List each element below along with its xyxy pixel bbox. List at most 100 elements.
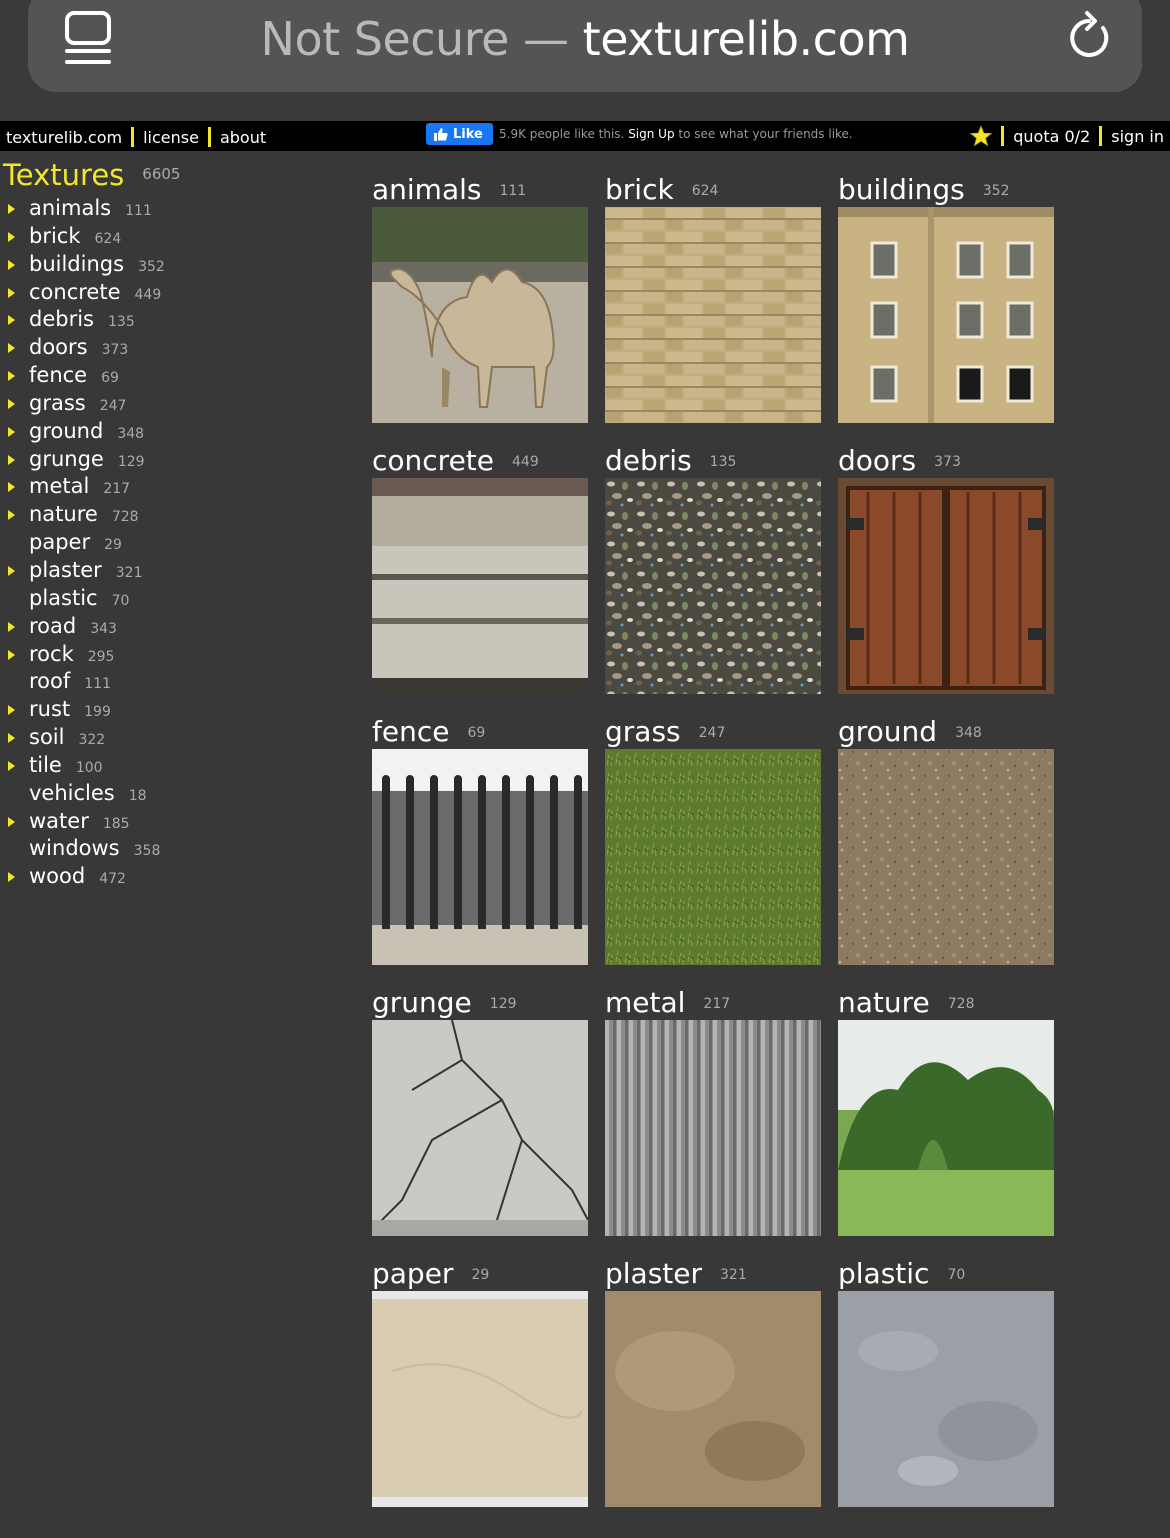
sidebar-item-brick[interactable]: brick 624 [0, 222, 165, 250]
tile-thumbnail[interactable] [372, 749, 588, 965]
sidebar-item-ground[interactable]: ground 348 [0, 417, 165, 445]
sidebar-item-concrete[interactable]: concrete 449 [0, 278, 165, 306]
expand-arrow-icon[interactable] [8, 816, 15, 827]
sidebar-item-rock[interactable]: rock 295 [0, 640, 165, 668]
tile-thumbnail[interactable] [838, 478, 1054, 694]
expand-arrow-icon[interactable] [8, 315, 15, 326]
expand-arrow-icon[interactable] [8, 649, 15, 660]
sidebar-item-water[interactable]: water 185 [0, 807, 165, 835]
expand-arrow-icon[interactable] [8, 454, 15, 465]
tile-thumbnail[interactable] [838, 1020, 1054, 1236]
sidebar-item-label: concrete [29, 279, 121, 304]
wood-doors-thumbnail [838, 478, 1054, 694]
tile-title[interactable]: plastic 70 [838, 1259, 965, 1290]
expand-arrow-icon[interactable] [8, 398, 15, 409]
tile-count: 29 [471, 1267, 490, 1283]
sidebar-item-windows[interactable]: windows 358 [0, 834, 165, 862]
tile-thumbnail[interactable] [605, 478, 821, 694]
expand-arrow-icon[interactable] [8, 733, 15, 744]
tile-title[interactable]: doors 373 [838, 446, 961, 477]
sidebar-item-road[interactable]: road 343 [0, 612, 165, 640]
divider [1001, 126, 1005, 146]
tile-thumbnail[interactable] [605, 1020, 821, 1236]
expand-arrow-icon[interactable] [8, 705, 15, 716]
sidebar-item-fence[interactable]: fence 69 [0, 361, 165, 389]
sidebar-item-roof[interactable]: roof 111 [0, 667, 165, 695]
sidebar-title[interactable]: Textures 6605 [3, 158, 180, 192]
sidebar-item-paper[interactable]: paper 29 [0, 528, 165, 556]
expand-arrow-icon[interactable] [8, 510, 15, 521]
tile-title[interactable]: fence 69 [372, 717, 485, 748]
sidebar-item-nature[interactable]: nature 728 [0, 500, 165, 528]
expand-arrow-icon[interactable] [8, 371, 15, 382]
sidebar-item-doors[interactable]: doors 373 [0, 333, 165, 361]
tile-title[interactable]: concrete 449 [372, 446, 539, 477]
license-link[interactable]: license [143, 128, 199, 147]
tile-thumbnail[interactable] [605, 749, 821, 965]
tile-thumbnail[interactable] [605, 1291, 821, 1507]
reload-icon[interactable] [1064, 8, 1114, 62]
sidebar-item-buildings[interactable]: buildings 352 [0, 250, 165, 278]
expand-arrow-icon[interactable] [8, 259, 15, 270]
sidebar-item-tile[interactable]: tile 100 [0, 751, 165, 779]
tile-thumbnail[interactable] [838, 749, 1054, 965]
facebook-like-button[interactable]: Like [426, 123, 493, 145]
tile-title[interactable]: buildings 352 [838, 175, 1009, 206]
sidebar-item-count: 472 [99, 871, 126, 888]
sidebar-item-grunge[interactable]: grunge 129 [0, 445, 165, 473]
star-icon[interactable] [970, 125, 993, 147]
tile-title[interactable]: plaster 321 [605, 1259, 747, 1290]
sidebar-item-count: 18 [128, 787, 147, 804]
sidebar-item-count: 111 [84, 676, 111, 693]
about-link[interactable]: about [220, 128, 266, 147]
sidebar-item-count: 322 [78, 732, 106, 749]
sidebar-item-soil[interactable]: soil 322 [0, 723, 165, 751]
sidebar-item-vehicles[interactable]: vehicles 18 [0, 779, 165, 807]
tile-thumbnail[interactable] [372, 1020, 588, 1236]
quota-link[interactable]: quota 0/2 [1013, 127, 1090, 146]
tile-count: 217 [703, 996, 731, 1012]
sidebar-item-animals[interactable]: animals 111 [0, 194, 165, 222]
sidebar-item-grass[interactable]: grass 247 [0, 389, 165, 417]
tile-thumbnail[interactable] [372, 1291, 588, 1507]
tile-title[interactable]: grass 247 [605, 717, 725, 748]
tile-count: 70 [947, 1267, 966, 1283]
tile-thumbnail[interactable] [605, 207, 821, 423]
tile-title[interactable]: brick 624 [605, 175, 718, 206]
sidebar-item-plastic[interactable]: plastic 70 [0, 584, 165, 612]
sidebar-item-plaster[interactable]: plaster 321 [0, 556, 165, 584]
expand-arrow-icon[interactable] [8, 343, 15, 354]
sidebar-item-debris[interactable]: debris 135 [0, 305, 165, 333]
tile-title[interactable]: paper 29 [372, 1259, 489, 1290]
url-text[interactable]: Not Secure — texturelib.com [28, 12, 1142, 66]
tile-count: 449 [512, 454, 539, 470]
expand-arrow-icon[interactable] [8, 760, 15, 771]
sign-in-link[interactable]: sign in [1111, 127, 1164, 146]
sidebar-item-label: rock [29, 641, 74, 666]
expand-arrow-icon[interactable] [8, 621, 15, 632]
tile-title[interactable]: nature 728 [838, 988, 975, 1019]
expand-arrow-icon[interactable] [8, 204, 15, 214]
tile-title[interactable]: grunge 129 [372, 988, 517, 1019]
tile-title[interactable]: animals 111 [372, 175, 526, 206]
expand-arrow-icon[interactable] [8, 231, 15, 242]
expand-arrow-icon[interactable] [8, 482, 15, 493]
tile-thumbnail[interactable] [838, 207, 1054, 423]
tile-thumbnail[interactable] [838, 1291, 1054, 1507]
site-home-link[interactable]: texturelib.com [6, 128, 122, 147]
expand-arrow-icon[interactable] [8, 872, 15, 883]
expand-arrow-icon[interactable] [8, 287, 15, 298]
sidebar-item-count: 135 [108, 314, 135, 331]
tile-title[interactable]: debris 135 [605, 446, 736, 477]
tile-thumbnail[interactable] [372, 478, 588, 694]
sidebar-item-rust[interactable]: rust 199 [0, 695, 165, 723]
address-bar[interactable]: Not Secure — texturelib.com [28, 0, 1142, 92]
sidebar-item-metal[interactable]: metal 217 [0, 472, 165, 500]
expand-arrow-icon[interactable] [8, 426, 15, 437]
facebook-signup-link[interactable]: Sign Up [628, 127, 674, 141]
tile-title[interactable]: ground 348 [838, 717, 982, 748]
tile-thumbnail[interactable] [372, 207, 588, 423]
tile-title[interactable]: metal 217 [605, 988, 730, 1019]
expand-arrow-icon[interactable] [8, 565, 15, 576]
sidebar-item-wood[interactable]: wood 472 [0, 862, 165, 890]
